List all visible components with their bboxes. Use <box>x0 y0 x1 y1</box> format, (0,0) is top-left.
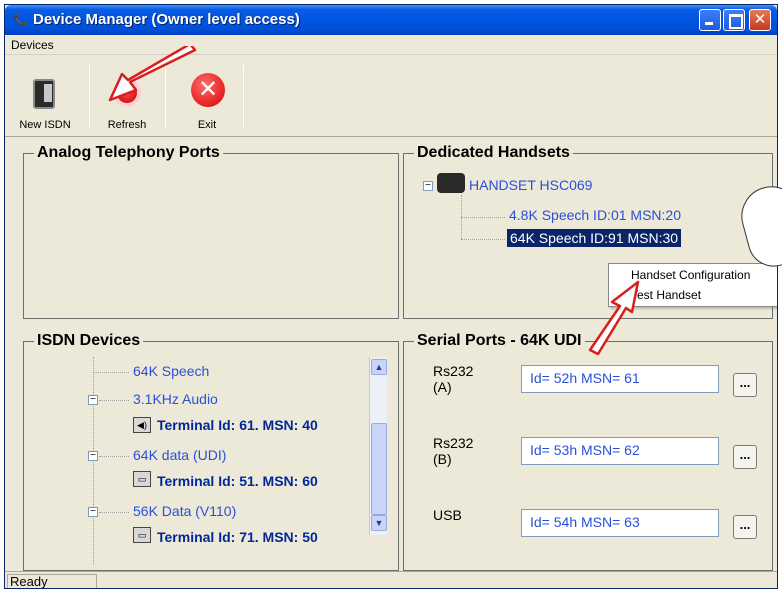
toolbar-separator <box>89 65 90 129</box>
handset-child-node[interactable]: 4.8K Speech ID:01 MSN:20 <box>509 207 681 223</box>
dedicated-handsets-title: Dedicated Handsets <box>414 144 573 162</box>
terminal-icon: ▭ <box>133 527 151 543</box>
minimize-button[interactable] <box>699 9 721 31</box>
tree-line <box>99 400 129 401</box>
window-title: Device Manager (Owner level access) <box>33 11 300 28</box>
serial-port-a-browse-button[interactable]: ... <box>733 373 757 397</box>
serial-port-label: USB <box>433 507 462 523</box>
serial-port-sub: (A) <box>433 379 452 395</box>
analog-ports-title: Analog Telephony Ports <box>34 144 223 162</box>
isdn-terminal-node[interactable]: Terminal Id: 51. MSN: 60 <box>157 473 318 489</box>
isdn-service-node[interactable]: 56K Data (V110) <box>133 503 236 519</box>
serial-port-field-b[interactable]: Id= 53h MSN= 62 <box>521 437 719 465</box>
menu-devices[interactable]: Devices <box>11 38 54 52</box>
collapse-icon[interactable]: − <box>88 507 98 517</box>
phone-icon <box>33 79 55 109</box>
isdn-scrollbar[interactable]: ▲ ▼ <box>369 357 387 535</box>
serial-port-usb-browse-button[interactable]: ... <box>733 515 757 539</box>
scroll-down-icon[interactable]: ▼ <box>371 515 387 531</box>
isdn-service-node[interactable]: 64K data (UDI) <box>133 447 226 463</box>
collapse-icon[interactable]: − <box>88 395 98 405</box>
minimize-icon <box>700 10 720 30</box>
tree-line <box>461 217 505 218</box>
isdn-service-node[interactable]: 3.1KHz Audio <box>133 391 218 407</box>
terminal-icon: ▭ <box>133 471 151 487</box>
serial-port-sub: (B) <box>433 451 452 467</box>
tree-line <box>93 372 129 373</box>
isdn-service-node[interactable]: 64K Speech <box>133 363 209 379</box>
exit-label: Exit <box>197 119 217 131</box>
collapse-icon[interactable]: − <box>423 181 433 191</box>
close-icon: ✕ <box>753 11 767 28</box>
maximize-icon <box>724 10 744 30</box>
isdn-terminal-node[interactable]: Terminal Id: 61. MSN: 40 <box>157 417 318 433</box>
serial-port-field-usb[interactable]: Id= 54h MSN= 63 <box>521 509 719 537</box>
tree-line <box>461 239 505 240</box>
serial-port-name: USB <box>433 507 462 523</box>
analog-ports-group: Analog Telephony Ports <box>23 144 399 319</box>
annotation-arrow-refresh <box>108 46 197 102</box>
serial-port-field-a[interactable]: Id= 52h MSN= 61 <box>521 365 719 393</box>
isdn-terminal-node[interactable]: Terminal Id: 71. MSN: 50 <box>157 529 318 545</box>
isdn-devices-title: ISDN Devices <box>34 332 144 350</box>
tree-line <box>99 512 129 513</box>
speaker-icon: ◀) <box>133 417 151 433</box>
scroll-thumb[interactable] <box>371 423 387 515</box>
status-bar: Ready <box>5 571 777 588</box>
handset-root-node[interactable]: HANDSET HSC069 <box>469 177 592 193</box>
annotation-arrow-test-handset <box>588 280 640 356</box>
title-bar[interactable]: 📞 Device Manager (Owner level access) ✕ <box>5 5 777 35</box>
toolbar-separator <box>243 65 244 129</box>
tree-line <box>93 357 94 565</box>
serial-port-label: Rs232 (B) <box>433 435 473 467</box>
serial-port-b-browse-button[interactable]: ... <box>733 445 757 469</box>
close-button[interactable]: ✕ <box>749 9 771 31</box>
maximize-button[interactable] <box>723 9 745 31</box>
tree-line <box>99 456 129 457</box>
device-manager-icon: 📞 <box>13 13 28 27</box>
collapse-icon[interactable]: − <box>88 451 98 461</box>
serial-ports-title: Serial Ports - 64K UDI <box>414 332 585 350</box>
handset-icon <box>437 173 465 193</box>
serial-port-name: Rs232 <box>433 363 474 379</box>
new-isdn-label: New ISDN <box>19 119 71 131</box>
serial-port-name: Rs232 <box>433 435 474 451</box>
handset-child-node-selected[interactable]: 64K Speech ID:91 MSN:30 <box>507 229 682 247</box>
scroll-up-icon[interactable]: ▲ <box>371 359 387 375</box>
new-isdn-button[interactable]: New ISDN <box>9 63 81 135</box>
status-text: Ready <box>7 574 97 588</box>
isdn-tree: 64K Speech − 3.1KHz Audio ◀) Terminal Id… <box>33 357 387 565</box>
serial-port-label: Rs232 (A) <box>433 363 473 395</box>
refresh-label: Refresh <box>107 119 147 131</box>
